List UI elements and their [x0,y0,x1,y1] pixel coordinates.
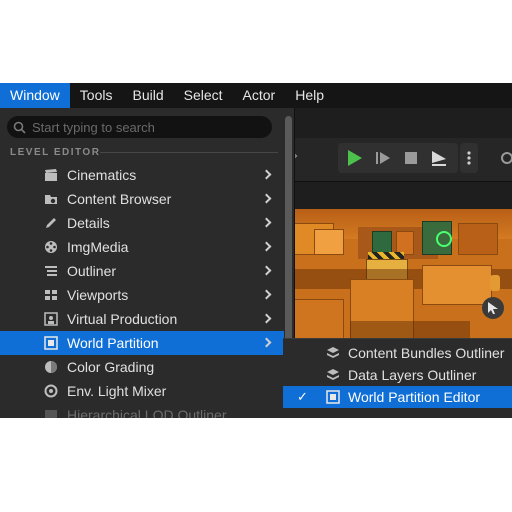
kebab-icon [467,151,471,165]
film-reel-icon [45,241,57,253]
light-mixer-icon [44,384,58,398]
menu-window[interactable]: Window [0,83,70,108]
target-icon [436,231,452,247]
world-partition-submenu: Content Bundles Outliner Data Layers Out… [283,338,512,418]
chevron-right-icon [261,313,272,324]
submenu-item-world-partition-editor[interactable]: ✓ World Partition Editor [283,386,512,408]
chevron-right-icon [261,265,272,276]
menu-item-cinematics[interactable]: Cinematics [0,163,284,187]
list-icon [45,266,57,276]
menu-actor[interactable]: Actor [233,83,286,108]
chevron-right-icon [261,217,272,228]
menu-item-content-browser[interactable]: Content Browser [0,187,284,211]
eject-button[interactable] [426,143,452,173]
chevron-right-icon [261,241,272,252]
eject-icon [432,151,446,166]
lod-icon [45,410,57,418]
scrollbar-thumb[interactable] [285,116,292,346]
editor-window: Window Tools Build Select Actor Help Sta… [0,83,512,418]
menu-tools[interactable]: Tools [70,83,123,108]
pencil-icon [46,218,56,228]
menu-item-details[interactable]: Details [0,211,284,235]
layers-icon [327,347,339,358]
search-icon [13,121,26,134]
submenu-item-content-bundles-outliner[interactable]: Content Bundles Outliner [283,342,512,364]
menu-item-env-light-mixer[interactable]: Env. Light Mixer [0,379,284,403]
select-mode-button[interactable] [482,297,504,319]
chevron-right-icon [261,193,272,204]
world-partition-icon [326,390,340,404]
search-input[interactable]: Start typing to search [7,116,272,138]
window-dropdown-menu: Start typing to search LEVEL EDITOR Cine… [0,108,295,418]
menu-item-outliner[interactable]: Outliner [0,259,284,283]
menu-bar: Window Tools Build Select Actor Help [0,83,512,108]
viewport-grid-icon [45,290,57,300]
play-button[interactable] [342,143,368,173]
world-partition-icon [44,336,58,350]
search-placeholder: Start typing to search [32,119,155,135]
menu-item-virtual-production[interactable]: Virtual Production [0,307,284,331]
menu-item-imgmedia[interactable]: ImgMedia [0,235,284,259]
presenter-icon [44,312,58,326]
menu-item-world-partition[interactable]: World Partition [0,331,284,355]
color-wheel-icon [45,361,57,373]
chevron-right-icon [261,289,272,300]
submenu-item-data-layers-outliner[interactable]: Data Layers Outliner [283,364,512,386]
play-icon [348,150,362,166]
more-options-button[interactable] [460,143,478,173]
checkmark-icon: ✓ [297,389,308,404]
stop-icon [405,152,417,164]
menu-select[interactable]: Select [174,83,233,108]
menu-item-color-grading[interactable]: Color Grading [0,355,284,379]
clapperboard-icon [45,169,57,181]
stop-button[interactable] [398,143,424,173]
step-frame-icon [376,152,390,164]
divider [100,152,278,153]
section-header-level-editor: LEVEL EDITOR [10,145,278,159]
menu-item-hlod-outliner[interactable]: Hierarchical LOD Outliner [0,403,284,418]
chevron-right-icon [261,169,272,180]
cursor-icon [488,302,498,314]
menu-item-viewports[interactable]: Viewports [0,283,284,307]
folder-search-icon [45,195,57,204]
chevron-right-icon [261,337,272,348]
settings-partial-icon[interactable] [498,149,512,167]
play-controls [338,143,458,173]
menu-help[interactable]: Help [285,83,334,108]
advance-frame-button[interactable] [370,143,396,173]
menu-build[interactable]: Build [122,83,173,108]
layers-icon [327,369,339,380]
